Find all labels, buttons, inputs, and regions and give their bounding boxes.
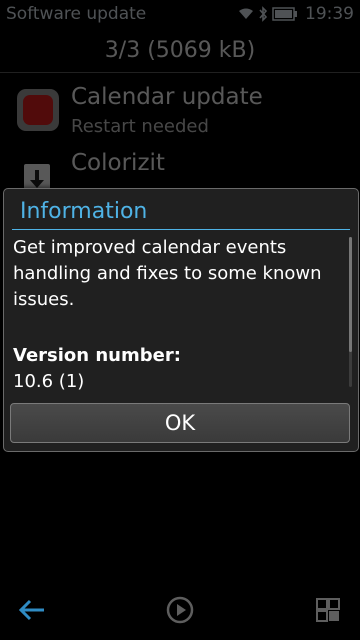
bottom-toolbar xyxy=(0,580,360,640)
dialog-title: Information xyxy=(20,199,148,224)
play-icon xyxy=(166,596,194,624)
bluetooth-icon xyxy=(259,6,268,22)
list-item-subtitle: Restart needed xyxy=(71,116,209,137)
signal-icon xyxy=(239,8,253,19)
ok-button[interactable]: OK xyxy=(10,403,350,443)
status-app-title: Software update xyxy=(6,4,147,24)
calendar-app-icon xyxy=(17,89,59,131)
screen: Software update 19:39 3/3 (5069 kB) Cale… xyxy=(0,0,360,640)
list-item-title: Colorizit xyxy=(71,150,165,176)
battery-icon xyxy=(272,7,297,21)
status-bar: Software update 19:39 xyxy=(0,0,360,28)
options-grid-icon xyxy=(316,598,340,622)
dialog-body: Get improved calendar events handling an… xyxy=(13,235,333,395)
back-button[interactable] xyxy=(14,592,50,628)
list-item-calendar-update[interactable]: Calendar update Restart needed xyxy=(0,76,360,146)
dialog-scrollbar[interactable] xyxy=(349,237,352,387)
information-dialog: Information Get improved calendar events… xyxy=(3,188,359,452)
status-icons xyxy=(238,6,298,22)
dialog-divider xyxy=(12,229,350,230)
play-button[interactable] xyxy=(162,592,198,628)
version-value: 10.6 (1) xyxy=(13,371,85,392)
back-arrow-icon xyxy=(18,599,44,621)
dialog-description: Get improved calendar events handling an… xyxy=(13,237,322,310)
status-time: 19:39 xyxy=(305,4,354,24)
list-item-title: Calendar update xyxy=(71,84,263,110)
update-header: 3/3 (5069 kB) xyxy=(0,28,360,73)
update-summary: 3/3 (5069 kB) xyxy=(104,37,256,63)
version-label: Version number: xyxy=(13,345,181,366)
options-button[interactable] xyxy=(310,592,346,628)
scrollbar-thumb[interactable] xyxy=(349,237,352,352)
